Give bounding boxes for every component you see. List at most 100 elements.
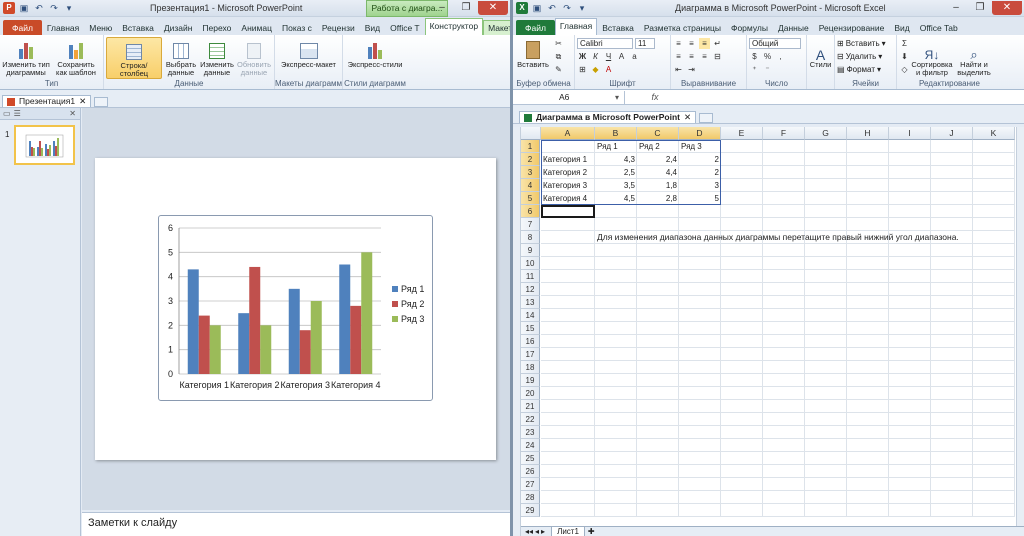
cell[interactable]: [679, 439, 721, 452]
cell[interactable]: [595, 322, 637, 335]
cell[interactable]: [889, 374, 931, 387]
pp-tab-5[interactable]: Перехо: [197, 20, 236, 35]
cell[interactable]: [889, 257, 931, 270]
percent-icon[interactable]: %: [762, 51, 773, 62]
pp-tab-9[interactable]: Вид: [360, 20, 385, 35]
select-data-button[interactable]: Выбрать данные: [164, 37, 198, 79]
notes-pane[interactable]: Заметки к слайду: [82, 512, 510, 536]
restore-button[interactable]: ❐: [968, 1, 992, 15]
row-header-12[interactable]: 12: [521, 283, 540, 296]
cell[interactable]: [637, 426, 679, 439]
close-button[interactable]: ✕: [478, 1, 508, 15]
cell[interactable]: [679, 426, 721, 439]
sheet-tab[interactable]: Лист1: [551, 526, 585, 536]
pp-tab-10[interactable]: Office T: [385, 20, 424, 35]
close-doc-tab-icon[interactable]: ✕: [79, 96, 86, 107]
cell[interactable]: [541, 322, 595, 335]
cell[interactable]: [889, 504, 931, 517]
column-header-A[interactable]: A: [541, 127, 595, 140]
cut-icon[interactable]: ✂: [553, 38, 564, 49]
cell[interactable]: [763, 270, 805, 283]
cell[interactable]: [637, 309, 679, 322]
row-header-19[interactable]: 19: [521, 374, 540, 387]
cell[interactable]: [763, 309, 805, 322]
cell[interactable]: [595, 452, 637, 465]
cell[interactable]: [805, 361, 847, 374]
cell[interactable]: [721, 140, 763, 153]
xl-tab-8[interactable]: Office Tab: [915, 20, 963, 35]
cell[interactable]: [595, 283, 637, 296]
align-bottom-icon[interactable]: ≡: [699, 38, 710, 49]
align-middle-icon[interactable]: ≡: [686, 38, 697, 49]
cell[interactable]: [637, 361, 679, 374]
row-header-25[interactable]: 25: [521, 452, 540, 465]
cell[interactable]: [889, 413, 931, 426]
spreadsheet-grid[interactable]: A B C D E F G H I J K 1 2 3 4 5 6 7 8 9 10 11 12 13 14 15 16 17 18 19…: [521, 127, 1024, 526]
cell[interactable]: [973, 218, 1015, 231]
font-shrink-icon[interactable]: a: [629, 51, 640, 62]
insert-function-button[interactable]: fx: [625, 92, 685, 102]
cell[interactable]: [721, 166, 763, 179]
cell[interactable]: [541, 218, 595, 231]
cell[interactable]: [931, 192, 973, 205]
cell[interactable]: [805, 504, 847, 517]
cell[interactable]: [973, 322, 1015, 335]
cell[interactable]: [805, 400, 847, 413]
row-header-6[interactable]: 6: [521, 205, 540, 218]
cell[interactable]: [721, 192, 763, 205]
cell[interactable]: [847, 413, 889, 426]
cell[interactable]: [931, 153, 973, 166]
xl-tab-2[interactable]: Вставка: [597, 20, 639, 35]
cell[interactable]: [637, 296, 679, 309]
styles-button[interactable]: A Стили: [809, 37, 832, 79]
cell[interactable]: [595, 309, 637, 322]
save-icon[interactable]: ▣: [531, 2, 543, 14]
row-header-27[interactable]: 27: [521, 478, 540, 491]
undo-icon[interactable]: ↶: [546, 2, 558, 14]
cell[interactable]: [637, 452, 679, 465]
row-header-13[interactable]: 13: [521, 296, 540, 309]
cell[interactable]: [805, 452, 847, 465]
paste-button[interactable]: Вставить: [515, 37, 551, 79]
cell[interactable]: [541, 244, 595, 257]
cell[interactable]: [973, 179, 1015, 192]
cell[interactable]: [805, 140, 847, 153]
cell[interactable]: [931, 361, 973, 374]
row-header-17[interactable]: 17: [521, 348, 540, 361]
cell[interactable]: [889, 439, 931, 452]
cell[interactable]: [721, 361, 763, 374]
cell[interactable]: [805, 491, 847, 504]
pp-tab-0[interactable]: Файл: [3, 20, 42, 35]
cell[interactable]: [637, 413, 679, 426]
cell[interactable]: [805, 309, 847, 322]
cell[interactable]: [973, 491, 1015, 504]
cell[interactable]: [541, 439, 595, 452]
cell[interactable]: [541, 452, 595, 465]
number-format-select[interactable]: Общий: [749, 38, 801, 49]
row-header-10[interactable]: 10: [521, 257, 540, 270]
row-header-8[interactable]: 8: [521, 231, 540, 244]
minimize-button[interactable]: –: [944, 1, 968, 15]
font-name-select[interactable]: Calibri: [577, 38, 633, 49]
cell[interactable]: [595, 465, 637, 478]
cell[interactable]: [931, 374, 973, 387]
cell[interactable]: [931, 439, 973, 452]
cell[interactable]: [931, 426, 973, 439]
cell[interactable]: [679, 413, 721, 426]
cell[interactable]: [931, 309, 973, 322]
cell[interactable]: [973, 244, 1015, 257]
row-header-3[interactable]: 3: [521, 166, 540, 179]
row-header-7[interactable]: 7: [521, 218, 540, 231]
restore-button[interactable]: ❐: [454, 1, 478, 15]
cell[interactable]: [721, 270, 763, 283]
cell[interactable]: [763, 140, 805, 153]
cell[interactable]: [763, 504, 805, 517]
column-header-K[interactable]: K: [973, 127, 1015, 140]
cell[interactable]: [637, 218, 679, 231]
cell[interactable]: [679, 309, 721, 322]
cell[interactable]: [679, 270, 721, 283]
cell[interactable]: [679, 244, 721, 257]
cell[interactable]: [889, 452, 931, 465]
cell[interactable]: [763, 387, 805, 400]
row-header-5[interactable]: 5: [521, 192, 540, 205]
